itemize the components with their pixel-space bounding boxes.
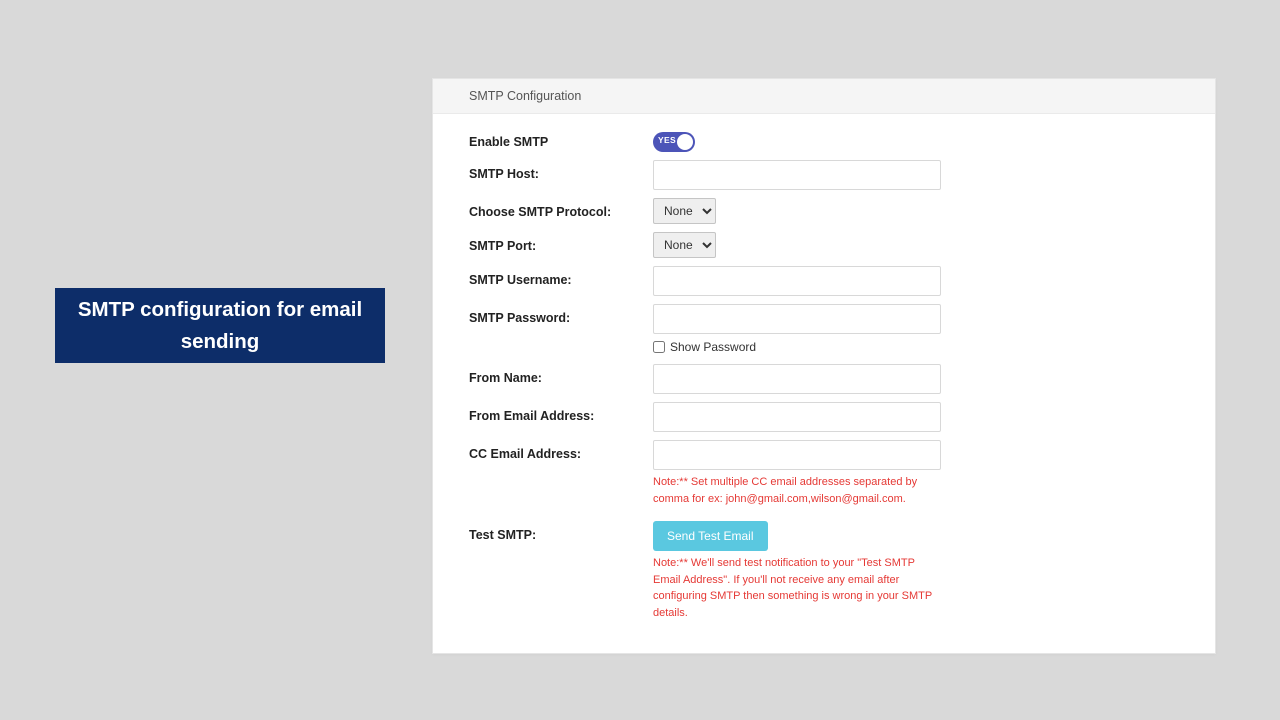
card-header-title: SMTP Configuration bbox=[469, 89, 581, 103]
row-smtp-port: SMTP Port: None bbox=[469, 232, 1179, 258]
label-cc-email: CC Email Address: bbox=[469, 440, 653, 461]
cc-email-note: Note:** Set multiple CC email addresses … bbox=[653, 474, 945, 507]
row-from-name: From Name: bbox=[469, 364, 1179, 394]
show-password-row: Show Password bbox=[653, 340, 1179, 354]
toggle-knob bbox=[677, 134, 693, 150]
row-smtp-host: SMTP Host: bbox=[469, 160, 1179, 190]
card-body: Enable SMTP YES SMTP Host: Choose SMTP P… bbox=[433, 114, 1215, 653]
label-enable-smtp: Enable SMTP bbox=[469, 128, 653, 149]
smtp-protocol-select[interactable]: None bbox=[653, 198, 716, 224]
label-smtp-password: SMTP Password: bbox=[469, 304, 653, 325]
row-enable-smtp: Enable SMTP YES bbox=[469, 128, 1179, 152]
show-password-label: Show Password bbox=[670, 340, 756, 354]
row-smtp-protocol: Choose SMTP Protocol: None bbox=[469, 198, 1179, 224]
cc-email-input[interactable] bbox=[653, 440, 941, 470]
smtp-host-input[interactable] bbox=[653, 160, 941, 190]
smtp-port-select[interactable]: None bbox=[653, 232, 716, 258]
row-smtp-password: SMTP Password: Show Password bbox=[469, 304, 1179, 354]
send-test-email-button-label: Send Test Email bbox=[667, 529, 754, 543]
info-banner: SMTP configuration for email sending bbox=[55, 288, 385, 363]
row-from-email: From Email Address: bbox=[469, 402, 1179, 432]
smtp-username-input[interactable] bbox=[653, 266, 941, 296]
banner-title: SMTP configuration for email sending bbox=[65, 294, 375, 358]
label-smtp-username: SMTP Username: bbox=[469, 266, 653, 287]
from-email-input[interactable] bbox=[653, 402, 941, 432]
from-name-input[interactable] bbox=[653, 364, 941, 394]
toggle-text: YES bbox=[658, 135, 676, 145]
smtp-config-card: SMTP Configuration Enable SMTP YES SMTP … bbox=[432, 78, 1216, 654]
enable-smtp-toggle[interactable]: YES bbox=[653, 132, 695, 152]
smtp-password-input[interactable] bbox=[653, 304, 941, 334]
label-test-smtp: Test SMTP: bbox=[469, 521, 653, 542]
page-root: SMTP configuration for email sending SMT… bbox=[0, 0, 1280, 720]
label-smtp-host: SMTP Host: bbox=[469, 160, 653, 181]
row-test-smtp: Test SMTP: Send Test Email Note:** We'll… bbox=[469, 521, 1179, 621]
label-smtp-protocol: Choose SMTP Protocol: bbox=[469, 198, 653, 219]
test-smtp-note: Note:** We'll send test notification to … bbox=[653, 555, 945, 621]
card-header: SMTP Configuration bbox=[433, 79, 1215, 114]
label-from-email: From Email Address: bbox=[469, 402, 653, 423]
label-smtp-port: SMTP Port: bbox=[469, 232, 653, 253]
send-test-email-button[interactable]: Send Test Email bbox=[653, 521, 768, 551]
row-cc-email: CC Email Address: Note:** Set multiple C… bbox=[469, 440, 1179, 507]
label-from-name: From Name: bbox=[469, 364, 653, 385]
row-smtp-username: SMTP Username: bbox=[469, 266, 1179, 296]
show-password-checkbox[interactable] bbox=[653, 341, 665, 353]
